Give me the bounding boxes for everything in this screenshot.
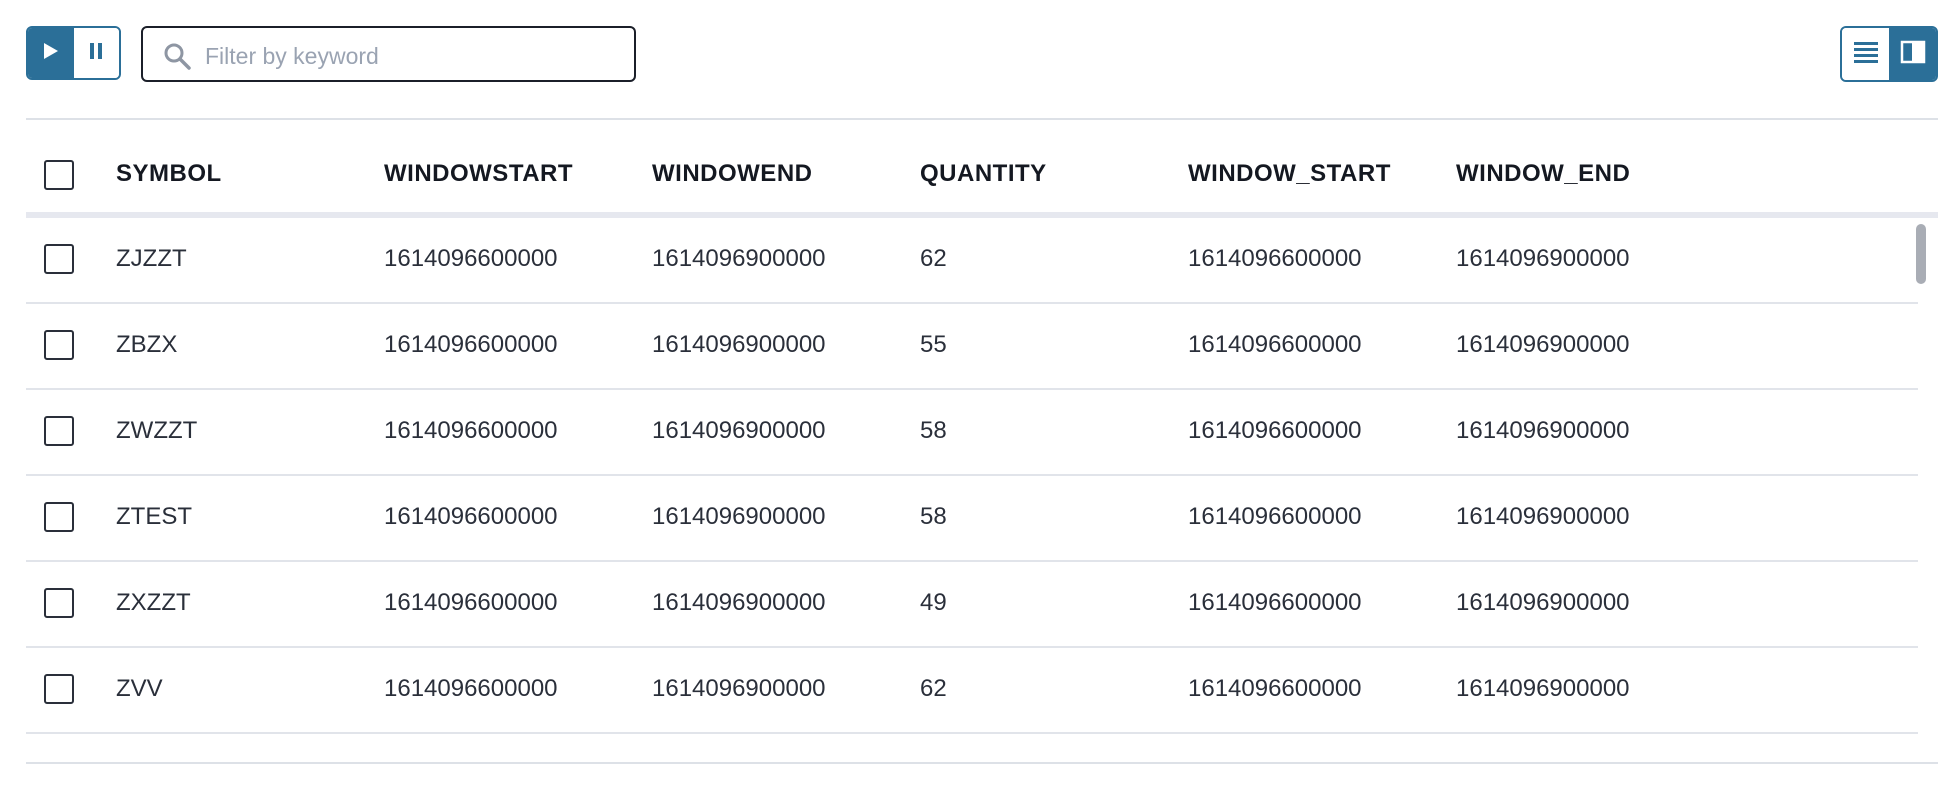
cell-window-end: 1614096900000 — [1456, 245, 1630, 272]
data-table: SYMBOL WINDOWSTART WINDOWEND QUANTITY WI… — [26, 130, 1938, 762]
view-toggle — [1840, 26, 1938, 82]
cell-quantity: 49 — [920, 589, 947, 616]
cell-windowend: 1614096900000 — [652, 245, 826, 272]
search-box — [141, 26, 636, 82]
cell-window-end: 1614096900000 — [1456, 675, 1630, 702]
cell-window-start: 1614096600000 — [1188, 245, 1362, 272]
cell-window-start: 1614096600000 — [1188, 675, 1362, 702]
cell-windowstart: 1614096600000 — [384, 589, 558, 616]
cell-windowend: 1614096900000 — [652, 417, 826, 444]
cell-window-end: 1614096900000 — [1456, 417, 1630, 444]
column-header-windowstart[interactable]: WINDOWSTART — [384, 160, 573, 188]
cell-windowstart: 1614096600000 — [384, 503, 558, 530]
pause-icon — [89, 42, 103, 65]
cell-windowend: 1614096900000 — [652, 675, 826, 702]
cell-window-end: 1614096900000 — [1456, 589, 1630, 616]
cell-symbol: ZVV — [116, 675, 163, 702]
scrollbar-thumb[interactable] — [1916, 224, 1926, 284]
cell-window-end: 1614096900000 — [1456, 331, 1630, 358]
search-icon — [163, 42, 191, 70]
column-header-windowend[interactable]: WINDOWEND — [652, 160, 812, 188]
split-view-button[interactable] — [1889, 28, 1936, 80]
select-all-checkbox[interactable] — [44, 160, 74, 190]
list-view-button[interactable] — [1842, 28, 1889, 80]
toolbar-divider — [26, 118, 1938, 120]
cell-quantity: 62 — [920, 675, 947, 702]
cell-symbol: ZXZZT — [116, 589, 191, 616]
row-checkbox[interactable] — [44, 674, 74, 704]
cell-symbol: ZJZZT — [116, 245, 187, 272]
play-icon — [43, 42, 59, 65]
row-checkbox[interactable] — [44, 330, 74, 360]
cell-windowstart: 1614096600000 — [384, 675, 558, 702]
cell-quantity: 58 — [920, 503, 947, 530]
cell-window-start: 1614096600000 — [1188, 503, 1362, 530]
table-row[interactable]: ZJZZT 1614096600000 1614096900000 62 161… — [26, 218, 1918, 304]
cell-symbol: ZTEST — [116, 503, 192, 530]
cell-quantity: 62 — [920, 245, 947, 272]
scrollbar-track[interactable] — [1912, 218, 1930, 762]
row-checkbox[interactable] — [44, 244, 74, 274]
cell-window-start: 1614096600000 — [1188, 589, 1362, 616]
cell-windowstart: 1614096600000 — [384, 245, 558, 272]
list-view-icon — [1853, 40, 1879, 69]
row-checkbox[interactable] — [44, 416, 74, 446]
row-checkbox[interactable] — [44, 588, 74, 618]
cell-symbol: ZBZX — [116, 331, 178, 358]
row-checkbox[interactable] — [44, 502, 74, 532]
cell-window-start: 1614096600000 — [1188, 331, 1362, 358]
cell-symbol: ZWZZT — [116, 417, 198, 444]
cell-windowend: 1614096900000 — [652, 331, 826, 358]
split-view-icon — [1900, 40, 1926, 69]
table-bottom-border — [26, 762, 1938, 764]
cell-windowend: 1614096900000 — [652, 589, 826, 616]
search-input[interactable] — [203, 36, 627, 76]
table-header: SYMBOL WINDOWSTART WINDOWEND QUANTITY WI… — [26, 130, 1938, 218]
table-row[interactable]: ZVV 1614096600000 1614096900000 62 16140… — [26, 648, 1918, 734]
column-header-window-start[interactable]: WINDOW_START — [1188, 160, 1391, 188]
cell-window-end: 1614096900000 — [1456, 503, 1630, 530]
cell-quantity: 58 — [920, 417, 947, 444]
pause-button[interactable] — [73, 28, 119, 78]
column-header-symbol[interactable]: SYMBOL — [116, 160, 222, 188]
play-button[interactable] — [28, 28, 74, 78]
column-header-quantity[interactable]: QUANTITY — [920, 160, 1047, 188]
column-header-window-end[interactable]: WINDOW_END — [1456, 160, 1630, 188]
cell-windowend: 1614096900000 — [652, 503, 826, 530]
table-row[interactable]: ZWZZT 1614096600000 1614096900000 58 161… — [26, 390, 1918, 476]
cell-windowstart: 1614096600000 — [384, 417, 558, 444]
cell-windowstart: 1614096600000 — [384, 331, 558, 358]
toolbar — [26, 26, 1938, 82]
table-row[interactable]: ZTEST 1614096600000 1614096900000 58 161… — [26, 476, 1918, 562]
table-row[interactable]: ZBZX 1614096600000 1614096900000 55 1614… — [26, 304, 1918, 390]
cell-window-start: 1614096600000 — [1188, 417, 1362, 444]
play-pause-toggle — [26, 26, 121, 80]
cell-quantity: 55 — [920, 331, 947, 358]
table-row[interactable]: ZXZZT 1614096600000 1614096900000 49 161… — [26, 562, 1918, 648]
